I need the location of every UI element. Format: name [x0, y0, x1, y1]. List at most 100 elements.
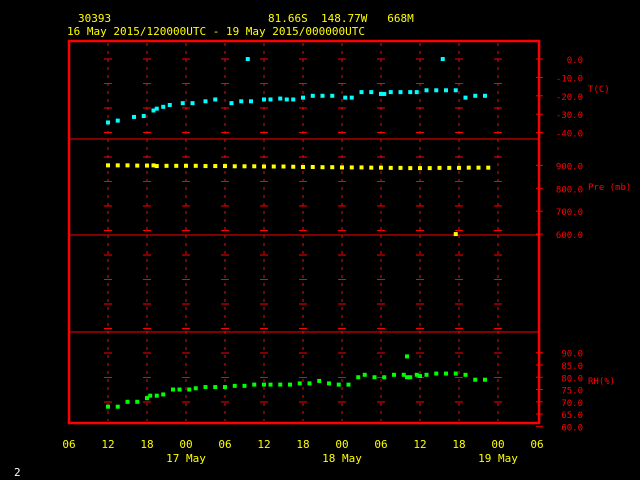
x-tick-label: 12 — [101, 438, 114, 451]
temperature-point — [229, 101, 234, 106]
temperature-point — [239, 99, 244, 104]
x-tick-label: 06 — [374, 438, 387, 451]
pressure-point — [301, 164, 305, 169]
humidity-point — [268, 382, 273, 387]
humidity-point — [125, 399, 130, 404]
pressure-point — [330, 165, 335, 170]
pressure-point — [447, 165, 452, 170]
chart-background — [0, 0, 640, 480]
temperature-point — [278, 96, 283, 101]
x-tick-label: 00 — [335, 438, 348, 451]
humidity-point — [177, 387, 182, 392]
pressure-tick-label: 600.0 — [556, 231, 583, 241]
temperature-point — [408, 90, 413, 95]
temperature-point — [453, 88, 458, 93]
temperature-point — [343, 95, 348, 100]
pressure-point — [174, 163, 179, 168]
temperature-point — [414, 90, 419, 95]
temperature-point — [382, 91, 387, 96]
x-tick-label: 18 — [140, 438, 153, 451]
humidity-point — [483, 377, 487, 382]
temperature-point — [359, 90, 364, 95]
humidity-point — [203, 385, 208, 390]
humidity-point — [405, 354, 409, 359]
pressure-point — [486, 165, 491, 170]
pressure-point — [164, 163, 169, 168]
temperature-point — [473, 93, 478, 98]
temperature-tick-label: -10.0 — [556, 74, 583, 84]
humidity-point — [453, 371, 458, 376]
temperature-point — [310, 93, 315, 98]
pressure-point — [213, 164, 218, 169]
pressure-point — [193, 163, 198, 168]
pressure-tick-label: 700.0 — [556, 208, 583, 218]
pressure-axis-label: Pre (mb) — [588, 183, 631, 193]
humidity-tick-label: 80.0 — [561, 374, 583, 384]
humidity-point — [193, 386, 198, 391]
pressure-point — [427, 166, 432, 171]
period-label: 16 May 2015/120000UTC - 19 May 2015/0000… — [67, 25, 365, 38]
temperature-tick-label: -40.0 — [556, 130, 583, 140]
humidity-point — [223, 385, 227, 390]
temperature-point — [190, 101, 195, 106]
pressure-point — [203, 164, 208, 169]
humidity-point — [106, 404, 110, 409]
temperature-tick-label: 0.0 — [567, 56, 583, 66]
humidity-tick-label: 70.0 — [561, 399, 583, 409]
pressure-point — [359, 165, 364, 170]
humidity-point — [213, 385, 218, 390]
humidity-point — [392, 372, 396, 377]
page-number: 2 — [14, 466, 21, 479]
humidity-point — [288, 382, 292, 387]
pressure-tick-label: 800.0 — [556, 185, 583, 195]
temperature-point — [284, 97, 289, 102]
humidity-point — [317, 378, 322, 383]
pressure-point — [340, 165, 344, 170]
x-tick-label: 06 — [530, 438, 543, 451]
temperature-point — [213, 97, 218, 102]
humidity-point — [115, 404, 120, 409]
humidity-point — [463, 372, 468, 377]
temperature-point — [268, 97, 273, 102]
pressure-tick-label: 900.0 — [556, 162, 583, 172]
temperature-point — [463, 95, 468, 100]
pressure-point — [252, 164, 257, 169]
pressure-point — [223, 164, 227, 169]
temperature-point — [444, 88, 448, 93]
humidity-point — [154, 393, 159, 398]
humidity-tick-label: 65.0 — [561, 411, 583, 421]
humidity-point — [327, 381, 331, 386]
sounding-chart: 30393 81.66S 148.77W 668M 16 May 2015/12… — [0, 0, 640, 480]
x-tick-label: 06 — [218, 438, 231, 451]
x-tick-label: 00 — [491, 438, 504, 451]
humidity-point — [242, 383, 247, 388]
temperature-point — [262, 97, 266, 102]
pressure-point — [408, 166, 413, 171]
pressure-point — [457, 165, 461, 170]
humidity-point — [473, 377, 478, 382]
pressure-point — [115, 163, 120, 168]
humidity-point — [372, 375, 377, 380]
x-tick-label: 12 — [257, 438, 270, 451]
humidity-axis-label: RH(%) — [588, 377, 615, 387]
pressure-point — [379, 165, 383, 170]
pressure-point — [242, 164, 247, 169]
pressure-point — [125, 163, 130, 168]
humidity-point — [424, 372, 429, 377]
temperature-point — [180, 101, 185, 106]
humidity-point — [307, 381, 312, 386]
temperature-point — [320, 93, 325, 98]
humidity-tick-label: 75.0 — [561, 387, 583, 397]
humidity-point — [382, 375, 387, 380]
temperature-point — [440, 57, 445, 62]
humidity-tick-label: 60.0 — [561, 423, 583, 433]
temperature-point — [349, 95, 354, 100]
pressure-point — [154, 164, 159, 169]
temperature-point — [115, 118, 120, 123]
station-id: 30393 — [78, 12, 111, 25]
humidity-point — [278, 382, 283, 387]
pressure-point — [453, 232, 458, 237]
temperature-point — [249, 99, 253, 104]
humidity-point — [148, 393, 153, 398]
humidity-tick-label: 90.0 — [561, 350, 583, 360]
